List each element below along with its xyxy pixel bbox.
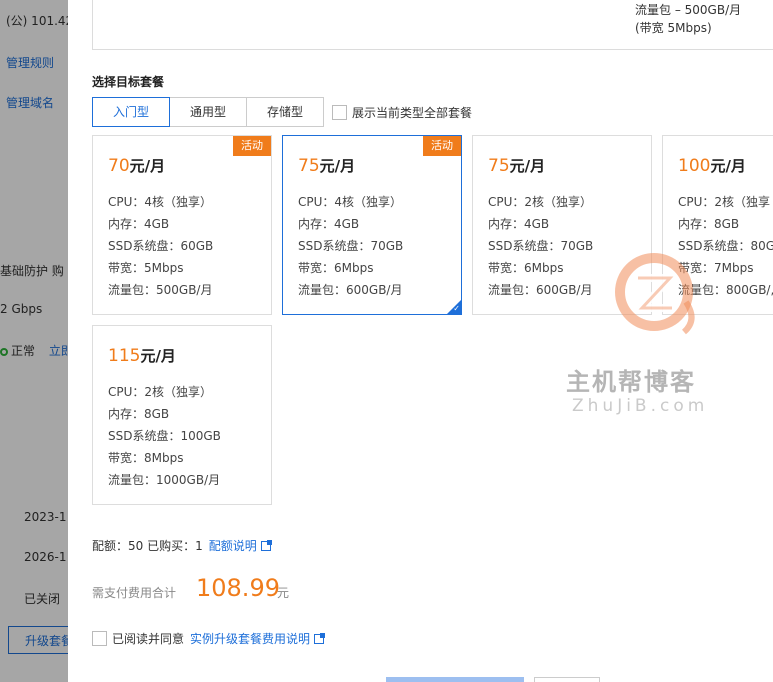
section-title: 选择目标套餐 [92, 75, 165, 89]
total-unit: 元 [277, 586, 290, 600]
plan-card[interactable]: 活动 70元/月 CPU：4核（独享） 内存：4GB SSD系统盘：60GB 带… [92, 135, 272, 315]
total-price: 108.99 [196, 574, 280, 602]
plan-memory: 内存：4GB [108, 217, 170, 231]
plan-memory: 内存：4GB [488, 217, 550, 231]
plan-price: 75元/月 [298, 155, 355, 176]
plan-specs: CPU：2核（独享） 内存：8GB SSD系统盘：100GB 带宽：8Mbps … [108, 381, 221, 491]
cancel-button[interactable] [534, 677, 600, 682]
tab-storage[interactable]: 存储型 [246, 97, 324, 127]
plan-cpu: CPU：2核（独享） [488, 195, 593, 209]
plan-disk: SSD系统盘：80G [678, 239, 773, 253]
plan-price-unit: 元/月 [509, 157, 546, 175]
plan-memory: 内存：8GB [678, 217, 740, 231]
plan-price: 75元/月 [488, 155, 545, 176]
plan-card[interactable]: 115元/月 CPU：2核（独享） 内存：8GB SSD系统盘：100GB 带宽… [92, 325, 272, 505]
plan-bandwidth: 带宽：6Mbps [298, 261, 374, 275]
plan-specs: CPU：4核（独享） 内存：4GB SSD系统盘：70GB 带宽：6Mbps 流… [298, 191, 403, 301]
plan-traffic: 流量包：800GB/, [678, 283, 773, 297]
current-traffic-text: 流量包 – 500GB/月 [635, 3, 742, 17]
plan-price: 100元/月 [678, 155, 746, 176]
promo-badge: 活动 [423, 136, 461, 156]
plan-traffic: 流量包：600GB/月 [488, 283, 593, 297]
watermark-title: 主机帮博客 [566, 368, 696, 396]
plan-traffic: 流量包：500GB/月 [108, 283, 213, 297]
plan-specs: CPU：4核（独享） 内存：4GB SSD系统盘：60GB 带宽：5Mbps 流… [108, 191, 213, 301]
agreement-link[interactable]: 实例升级套餐费用说明 [190, 630, 310, 647]
check-icon: ✓ [453, 304, 460, 313]
tab-starter[interactable]: 入门型 [92, 97, 170, 127]
plan-price-value: 115 [108, 346, 141, 366]
plan-price-unit: 元/月 [319, 157, 356, 175]
plan-cpu: CPU：4核（独享） [108, 195, 213, 209]
quota-help-link[interactable]: 配额说明 [209, 539, 257, 553]
plan-card[interactable]: 75元/月 CPU：2核（独享） 内存：4GB SSD系统盘：70GB 带宽：6… [472, 135, 652, 315]
plan-specs: CPU：2核（独享 内存：8GB SSD系统盘：80G 带宽：7Mbps 流量包… [678, 191, 773, 301]
upgrade-drawer: 流量包 – 500GB/月 (带宽 5Mbps) 选择目标套餐 入门型 通用型 … [68, 0, 773, 682]
show-all-checkbox[interactable] [332, 105, 347, 120]
overlay-mask[interactable] [0, 0, 68, 682]
plan-card[interactable]: 100元/月 CPU：2核（独享 内存：8GB SSD系统盘：80G 带宽：7M… [662, 135, 773, 315]
plan-bandwidth: 带宽：6Mbps [488, 261, 564, 275]
show-all-label: 展示当前类型全部套餐 [352, 106, 473, 120]
confirm-button[interactable] [386, 677, 524, 682]
plan-price-unit: 元/月 [710, 157, 746, 175]
plan-disk: SSD系统盘：70GB [488, 239, 594, 253]
plan-traffic: 流量包：1000GB/月 [108, 473, 221, 487]
plan-price-value: 75 [488, 156, 510, 176]
external-link-icon[interactable] [314, 632, 326, 644]
plan-traffic: 流量包：600GB/月 [298, 283, 403, 297]
plan-price-unit: 元/月 [129, 157, 166, 175]
external-link-icon[interactable] [260, 540, 272, 551]
plan-memory: 内存：8GB [108, 407, 170, 421]
promo-badge: 活动 [233, 136, 271, 156]
plan-specs: CPU：2核（独享） 内存：4GB SSD系统盘：70GB 带宽：6Mbps 流… [488, 191, 593, 301]
plan-type-tabs: 入门型 通用型 存储型 [92, 97, 324, 127]
plan-cpu: CPU：2核（独享） [108, 385, 213, 399]
plan-bandwidth: 带宽：5Mbps [108, 261, 184, 275]
plan-disk: SSD系统盘：70GB [298, 239, 404, 253]
quota-info: 配额：50 已购买：1 配额说明 [92, 537, 272, 554]
total-label: 需支付费用合计 [92, 586, 177, 600]
watermark-subtitle: ZhuJiB.com [572, 396, 709, 416]
agreement-row[interactable]: 已阅读并同意 实例升级套餐费用说明 [92, 630, 326, 647]
background-page: (公) 101.42 管理规则 管理域名 基础防护 购 2 Gbps 正常 立即… [0, 0, 68, 682]
plan-cpu: CPU：2核（独享 [678, 195, 771, 209]
plan-cpu: CPU：4核（独享） [298, 195, 403, 209]
current-plan-box: 流量包 – 500GB/月 (带宽 5Mbps) [92, 0, 773, 50]
plan-price: 115元/月 [108, 345, 176, 366]
quota-text: 配额：50 已购买：1 [92, 539, 203, 553]
plan-disk: SSD系统盘：60GB [108, 239, 214, 253]
plan-price-unit: 元/月 [140, 347, 176, 365]
plan-price-value: 75 [298, 156, 320, 176]
plan-bandwidth: 带宽：7Mbps [678, 261, 754, 275]
plan-price-value: 70 [108, 156, 130, 176]
plan-disk: SSD系统盘：100GB [108, 429, 221, 443]
plan-card-selected[interactable]: 活动 75元/月 CPU：4核（独享） 内存：4GB SSD系统盘：70GB 带… [282, 135, 462, 315]
tab-general[interactable]: 通用型 [169, 97, 247, 127]
plan-price: 70元/月 [108, 155, 165, 176]
current-bandwidth-text: (带宽 5Mbps) [635, 21, 712, 35]
agreement-text: 已阅读并同意 [112, 632, 185, 646]
agreement-checkbox[interactable] [92, 631, 107, 646]
plan-price-value: 100 [678, 156, 711, 176]
plan-memory: 内存：4GB [298, 217, 360, 231]
show-all-plans-toggle[interactable]: 展示当前类型全部套餐 [332, 104, 472, 121]
plan-bandwidth: 带宽：8Mbps [108, 451, 184, 465]
